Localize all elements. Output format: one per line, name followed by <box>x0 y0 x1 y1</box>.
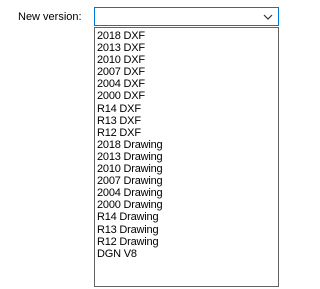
option-2013-dxf[interactable]: 2013 DXF <box>95 42 278 54</box>
option-r12-drawing[interactable]: R12 Drawing <box>95 236 278 248</box>
option-2004-drawing[interactable]: 2004 Drawing <box>95 187 278 199</box>
version-options-list[interactable]: 2018 DXF 2013 DXF 2010 DXF 2007 DXF 2004… <box>94 27 279 287</box>
option-2018-dxf[interactable]: 2018 DXF <box>95 30 278 42</box>
option-2010-dxf[interactable]: 2010 DXF <box>95 54 278 66</box>
option-r14-drawing[interactable]: R14 Drawing <box>95 211 278 223</box>
option-r14-dxf[interactable]: R14 DXF <box>95 103 278 115</box>
new-version-select[interactable] <box>94 7 279 26</box>
option-2004-dxf[interactable]: 2004 DXF <box>95 78 278 90</box>
option-r12-dxf[interactable]: R12 DXF <box>95 127 278 139</box>
option-2000-drawing[interactable]: 2000 Drawing <box>95 199 278 211</box>
option-2007-drawing[interactable]: 2007 Drawing <box>95 175 278 187</box>
option-2018-drawing[interactable]: 2018 Drawing <box>95 139 278 151</box>
option-2007-dxf[interactable]: 2007 DXF <box>95 66 278 78</box>
option-2013-drawing[interactable]: 2013 Drawing <box>95 151 278 163</box>
option-r13-dxf[interactable]: R13 DXF <box>95 115 278 127</box>
option-2000-dxf[interactable]: 2000 DXF <box>95 90 278 102</box>
chevron-down-icon[interactable] <box>262 10 274 24</box>
option-r13-drawing[interactable]: R13 Drawing <box>95 224 278 236</box>
new-version-label: New version: <box>18 11 82 23</box>
option-2010-drawing[interactable]: 2010 Drawing <box>95 163 278 175</box>
option-dgn-v8[interactable]: DGN V8 <box>95 248 278 260</box>
